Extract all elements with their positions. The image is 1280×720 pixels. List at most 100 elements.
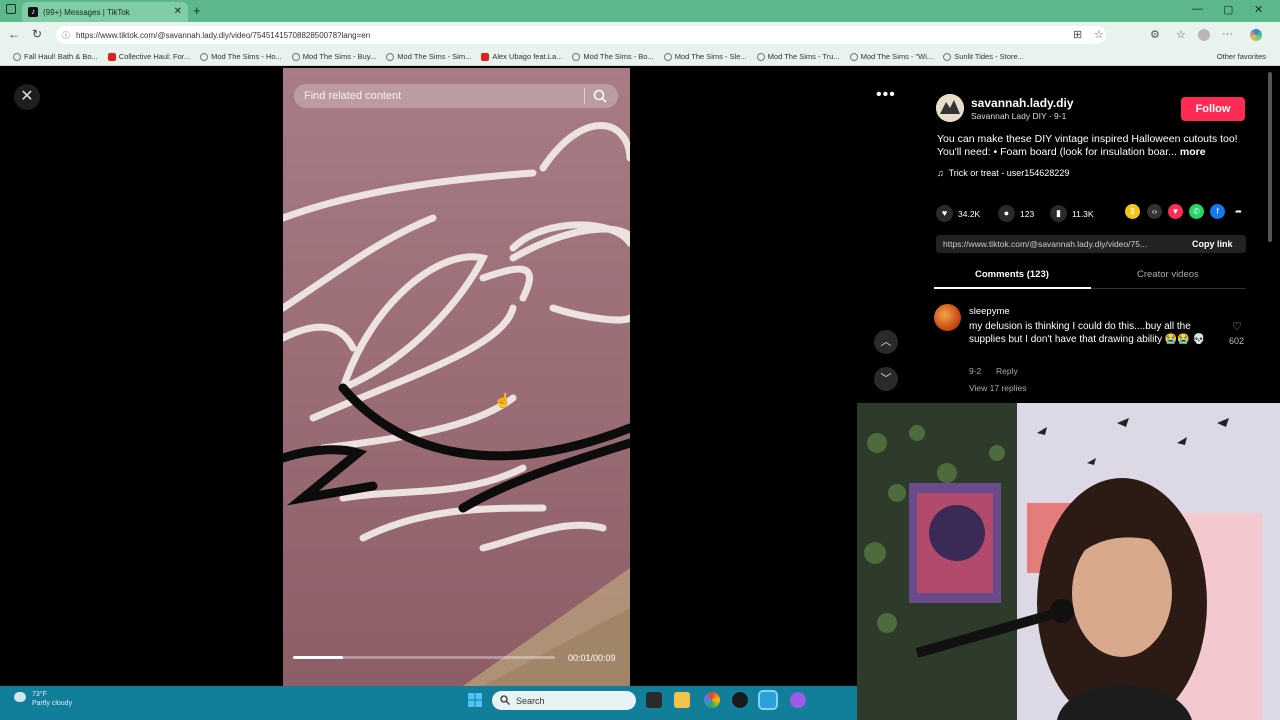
bookmark-item[interactable]: Mod The Sims - Buy... xyxy=(287,52,382,61)
browser-tab-bar xyxy=(0,0,1280,22)
back-icon[interactable]: ← xyxy=(8,27,20,41)
comment-avatar[interactable] xyxy=(934,304,961,331)
follow-button[interactable]: Follow xyxy=(1181,97,1245,121)
comment-text: my delusion is thinking I could do this.… xyxy=(969,321,1206,345)
profile-avatar[interactable] xyxy=(1198,29,1210,41)
comment-icon: ● xyxy=(998,205,1015,222)
active-tab-indicator xyxy=(934,287,1091,289)
comment-stat[interactable]: ● 123 xyxy=(998,205,1034,222)
coin-share-icon[interactable]: $ xyxy=(1125,204,1140,219)
streaming-app-icon[interactable] xyxy=(790,692,806,708)
bookmark-item[interactable]: Mod The Sims - Bo... xyxy=(567,52,658,61)
chrome-icon[interactable] xyxy=(704,692,720,708)
task-view-icon[interactable] xyxy=(646,692,662,708)
apps-icon[interactable]: ⊞ xyxy=(1073,28,1082,41)
globe-icon xyxy=(291,52,300,61)
tab-comments[interactable]: Comments (123) xyxy=(975,269,1049,280)
comment-username[interactable]: sleepyme xyxy=(969,306,1010,317)
share-arrow-icon[interactable]: ➦ xyxy=(1231,204,1246,219)
chevron-up-icon[interactable]: ︿ xyxy=(874,330,898,354)
taskbar-search[interactable]: Search xyxy=(492,691,636,710)
panel-scrollbar[interactable] xyxy=(1268,72,1272,242)
bookmark-label: Sunlit Tides - Store... xyxy=(954,52,1024,61)
new-tab-button[interactable]: + xyxy=(193,3,201,18)
extensions-icon[interactable]: ⚙ xyxy=(1150,28,1160,41)
windows-start-icon[interactable] xyxy=(468,693,482,707)
close-video-button[interactable]: ✕ xyxy=(14,84,40,110)
url-field[interactable]: https://www.tiktok.com/@savannah.lady.di… xyxy=(56,26,1106,44)
creator-username[interactable]: savannah.lady.diy xyxy=(971,96,1074,110)
minimize-icon[interactable]: — xyxy=(1192,3,1203,15)
globe-icon xyxy=(200,52,209,61)
tiktok-icon: ♪ xyxy=(28,7,38,17)
bookmark-label: Mod The Sims - Ho... xyxy=(211,52,282,61)
search-divider xyxy=(584,88,585,104)
bookmark-item[interactable]: Mod The Sims - "Wi... xyxy=(845,52,939,61)
tab-creator-videos[interactable]: Creator videos xyxy=(1137,269,1199,280)
facebook-icon[interactable]: f xyxy=(1210,204,1225,219)
tab-actions-icon[interactable] xyxy=(6,4,16,14)
windows-taskbar xyxy=(0,686,857,720)
bookmark-item[interactable]: Mod The Sims - Tru... xyxy=(752,52,845,61)
bookmark-label: Mod The Sims - Buy... xyxy=(302,52,377,61)
other-favorites[interactable]: Other favorites xyxy=(1217,52,1266,61)
comment-reply-link[interactable]: Reply xyxy=(996,366,1018,376)
more-options-icon[interactable]: ••• xyxy=(876,86,896,104)
webcam-image xyxy=(857,403,1280,720)
more-menu-icon[interactable]: ··· xyxy=(1222,28,1233,40)
favorite-star-icon[interactable]: ☆ xyxy=(1094,28,1104,41)
file-explorer-icon[interactable] xyxy=(674,692,690,708)
bookmark-item[interactable]: Fall Haul! Bath & Bo... xyxy=(8,52,103,61)
bookmarks-bar: Fall Haul! Bath & Bo... Collective Haul:… xyxy=(0,48,1280,66)
view-replies-link[interactable]: View 17 replies xyxy=(969,383,1027,393)
search-icon[interactable] xyxy=(593,89,607,103)
bookmark-item[interactable]: Mod The Sims - Sle... xyxy=(659,52,752,61)
music-info[interactable]: ♫ Trick or treat - user154628229 xyxy=(937,168,1069,178)
bookmark-item[interactable]: Mod The Sims - Ho... xyxy=(195,52,287,61)
weather-icon[interactable] xyxy=(14,692,26,702)
window-close-icon[interactable]: ✕ xyxy=(1254,3,1263,16)
favorites-icon[interactable]: ☆ xyxy=(1176,28,1186,41)
save-count: 11.3K xyxy=(1072,208,1094,219)
comment-like-count: 602 xyxy=(1229,336,1245,346)
taskbar-search-icon xyxy=(500,695,510,705)
bookmark-label: Alex Ubago feat.La... xyxy=(492,52,563,61)
webcam-overlay xyxy=(857,403,1280,720)
bookmark-item[interactable]: Alex Ubago feat.La... xyxy=(476,52,567,61)
bookmark-label: Mod The Sims - Bo... xyxy=(583,52,654,61)
comment-heart-icon[interactable]: ♡ xyxy=(1232,320,1242,333)
copy-link-button[interactable]: Copy link xyxy=(1192,239,1233,249)
copilot-icon[interactable] xyxy=(1250,29,1262,41)
chevron-down-icon[interactable]: ﹀ xyxy=(874,367,898,391)
description-more-link[interactable]: more xyxy=(1180,146,1206,158)
music-note-icon: ♫ xyxy=(937,168,944,178)
like-stat[interactable]: ♥ 34.2K xyxy=(936,205,980,222)
globe-icon xyxy=(572,52,581,61)
bookmark-label: Mod The Sims - Sim... xyxy=(397,52,472,61)
browser-tab[interactable]: ♪ (99+) Messages | TikTok ✕ xyxy=(22,2,188,22)
comment-count: 123 xyxy=(1020,208,1035,219)
app-icon[interactable] xyxy=(732,692,748,708)
bookmark-label: Mod The Sims - Tru... xyxy=(767,52,840,61)
find-related-search[interactable]: Find related content xyxy=(294,84,618,108)
globe-icon xyxy=(943,52,952,61)
tab-close-icon[interactable]: ✕ xyxy=(174,6,182,17)
reload-icon[interactable]: ↻ xyxy=(32,27,42,41)
maximize-icon[interactable]: ▢ xyxy=(1223,3,1233,16)
video-player[interactable] xyxy=(283,68,630,686)
creator-avatar[interactable] xyxy=(936,94,964,122)
save-stat[interactable]: ▮ 11.3K xyxy=(1050,205,1094,222)
edge-icon[interactable] xyxy=(758,690,778,710)
bookmark-item[interactable]: Sunlit Tides - Store... xyxy=(938,52,1029,61)
globe-icon xyxy=(386,52,395,61)
weather-widget[interactable]: 73°F Partly cloudy xyxy=(32,690,72,708)
hand-cursor-icon: ☝ xyxy=(494,392,512,408)
bookmark-item[interactable]: Mod The Sims - Sim... xyxy=(381,52,476,61)
embed-icon[interactable]: ‹› xyxy=(1147,204,1162,219)
creator-subline: Savannah Lady DIY · 9-1 xyxy=(971,111,1067,121)
site-info-icon[interactable]: ⓘ xyxy=(62,30,70,41)
bookmark-item[interactable]: Collective Haul: For... xyxy=(103,52,195,61)
send-icon[interactable]: ▼ xyxy=(1168,204,1183,219)
whatsapp-icon[interactable]: ✆ xyxy=(1189,204,1204,219)
video-frame-drawing xyxy=(283,68,630,686)
